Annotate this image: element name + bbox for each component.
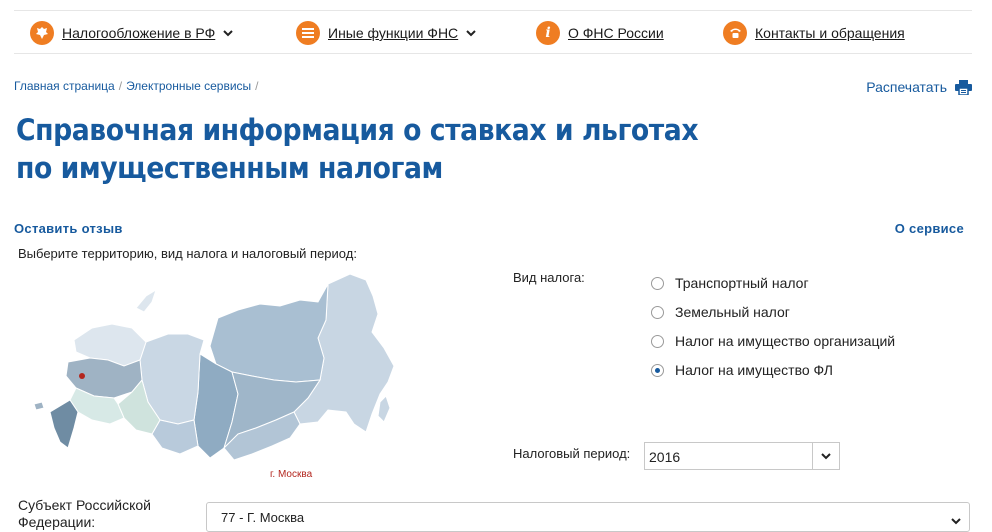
map-caption: г. Москва: [270, 469, 313, 480]
radio-button[interactable]: [651, 334, 664, 348]
feedback-link[interactable]: Оставить отзыв: [14, 221, 123, 236]
top-navigation: Налогообложение в РФ Иные функции ФНС i …: [14, 10, 972, 54]
moscow-marker[interactable]: [79, 373, 85, 379]
map-region-west-siberia[interactable]: [151, 419, 199, 455]
breadcrumb-e-services[interactable]: Электронные сервисы: [126, 79, 251, 93]
breadcrumb: Главная страница / Электронные сервисы /: [14, 79, 259, 93]
tax-period-select[interactable]: 2016: [644, 442, 840, 470]
radio-label: Налог на имущество организаций: [675, 333, 896, 349]
radio-label: Налог на имущество ФЛ: [675, 362, 833, 378]
radio-land-tax[interactable]: Земельный налог: [651, 304, 790, 320]
map-region-caucasus[interactable]: [49, 399, 79, 449]
nav-item-label: Иные функции ФНС: [328, 25, 459, 41]
radio-button-selected[interactable]: [651, 363, 664, 377]
printer-icon: [955, 79, 972, 95]
chevron-down-icon: [222, 28, 233, 39]
russia-map[interactable]: [28, 262, 398, 484]
nav-item-about-fns[interactable]: i О ФНС России: [536, 21, 664, 45]
russia-map-graphic: [33, 273, 395, 461]
radio-transport-tax[interactable]: Транспортный налог: [651, 275, 809, 291]
chevron-down-icon: [951, 512, 961, 530]
radio-org-property-tax[interactable]: Налог на имущество организаций: [651, 333, 895, 349]
radio-label: Транспортный налог: [675, 275, 809, 291]
nav-item-label: Налогообложение в РФ: [62, 25, 216, 41]
map-region-sakhalin[interactable]: [377, 395, 391, 423]
nav-item-label: Контакты и обращения: [755, 25, 905, 41]
radio-button[interactable]: [651, 276, 664, 290]
instruction-text: Выберите территорию, вид налога и налого…: [18, 246, 357, 261]
radio-personal-property-tax[interactable]: Налог на имущество ФЛ: [651, 362, 833, 378]
nav-item-contacts[interactable]: Контакты и обращения: [723, 21, 905, 45]
radio-button[interactable]: [651, 305, 664, 319]
coat-of-arms-icon: [30, 21, 54, 45]
menu-icon: [296, 21, 320, 45]
radio-label: Земельный налог: [675, 304, 790, 320]
nav-item-label: О ФНС России: [568, 25, 664, 41]
tax-period-value: 2016: [649, 449, 681, 465]
subject-value: 77 - Г. Москва: [221, 510, 305, 525]
tax-type-label: Вид налога:: [513, 270, 585, 285]
about-service-link[interactable]: О сервисе: [895, 221, 964, 236]
page-title: Справочная информация о ставках и льгота…: [16, 113, 699, 185]
subject-select[interactable]: 77 - Г. Москва: [206, 502, 970, 532]
chevron-down-icon: [465, 28, 476, 39]
nav-item-taxation[interactable]: Налогообложение в РФ: [30, 21, 233, 45]
chevron-down-icon[interactable]: [812, 443, 839, 469]
map-region-novaya-zemlya[interactable]: [135, 288, 157, 313]
tax-period-label: Налоговый период:: [513, 446, 631, 461]
breadcrumb-home[interactable]: Главная страница: [14, 79, 115, 93]
map-region-kaliningrad[interactable]: [33, 401, 45, 411]
subject-label: Субъект Российской Федерации:: [18, 497, 151, 530]
info-icon: i: [536, 21, 560, 45]
print-label: Распечатать: [866, 79, 947, 95]
phone-icon: [723, 21, 747, 45]
map-region-siberia-north[interactable]: [209, 283, 329, 383]
print-button[interactable]: Распечатать: [866, 79, 972, 95]
nav-item-other-functions[interactable]: Иные функции ФНС: [296, 21, 476, 45]
